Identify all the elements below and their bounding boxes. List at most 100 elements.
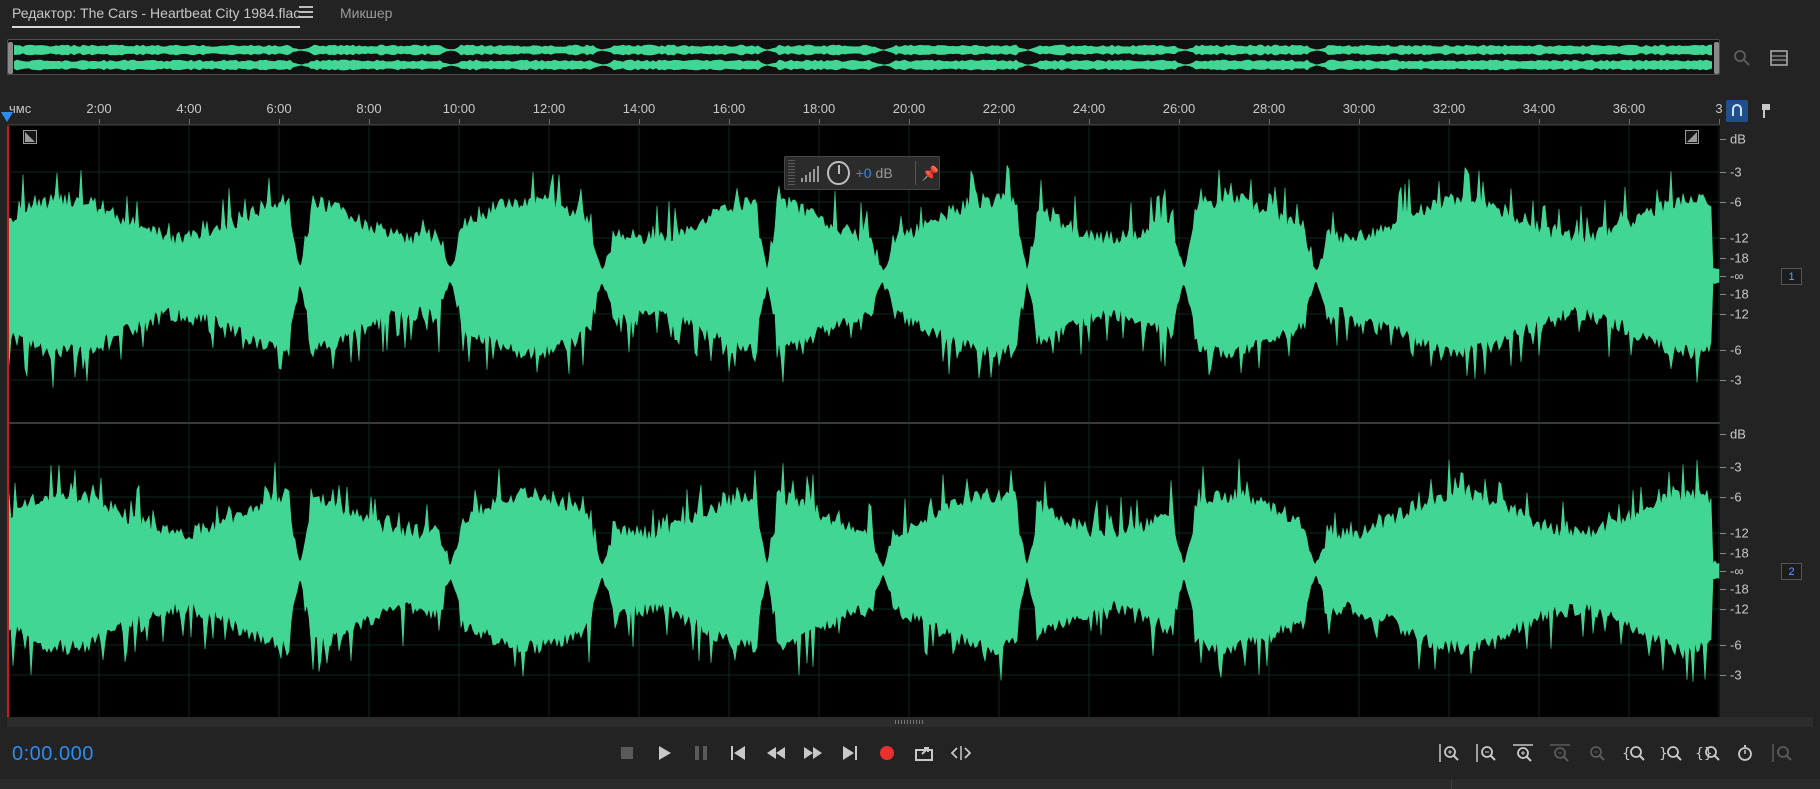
scrollbar-grip[interactable] [895,720,925,724]
waveform-display[interactable] [7,126,1720,717]
ruler-tick [189,119,190,124]
db-scale-tick [1720,314,1726,315]
ruler-tick-label: 10:00 [442,101,476,116]
svg-text:{: { [1622,746,1631,762]
db-scale-tick [1720,553,1726,554]
db-scale-label: -3 [1730,667,1742,683]
overview-channel-1 [14,44,1712,56]
db-scale-label: -6 [1730,637,1742,653]
zoom-out-amplitude-button[interactable] [1472,741,1500,765]
db-scale-tick [1720,609,1726,610]
db-scale-tick [1720,497,1726,498]
db-scale-tick [1720,258,1726,259]
transport-bar: 0:00.000 { } {} [0,727,1820,779]
ruler-tick-label: 16:00 [712,101,746,116]
db-scale-tick [1720,276,1726,277]
skip-selection-button[interactable] [949,741,973,765]
zoom-out-full-button[interactable] [1583,741,1611,765]
ruler-tick [369,119,370,124]
zoom-to-selection-in-button[interactable]: { [1620,741,1648,765]
fast-forward-button[interactable] [801,741,825,765]
db-scale-tick [1720,294,1726,295]
view-list-icon[interactable] [1767,46,1791,70]
channel-2-badge[interactable]: 2 [1781,563,1802,580]
db-scale-label: -12 [1730,230,1749,246]
ruler-tick [1719,119,1720,124]
db-scale-tick [1720,380,1726,381]
ruler-tick-label: 14:00 [622,101,656,116]
ruler-tick [1359,119,1360,124]
zoom-to-selection-both-button[interactable]: {} [1694,741,1722,765]
amplitude-scale[interactable]: dB -3 -6 -12 -18 -∞ -18 -12 -6 -3 dB -3 -6 -12 -18 -∞ -1… [1720,126,1772,717]
overview-waveform [14,44,1712,71]
tab-editor[interactable]: Редактор: The Cars - Heartbeat City 1984… [12,5,301,28]
ruler-tick [1539,119,1540,124]
stop-button[interactable] [615,741,639,765]
db-scale-label: -18 [1730,545,1749,561]
current-time-display[interactable]: 0:00.000 [12,743,94,766]
horizontal-scrollbar[interactable] [7,717,1813,727]
db-scale-tick [1720,202,1726,203]
overview-navigator[interactable] [7,39,1720,75]
pause-button[interactable] [689,741,713,765]
ruler-tick [1179,119,1180,124]
ruler-tick [279,119,280,124]
record-button[interactable] [875,741,899,765]
volume-knob[interactable] [827,161,850,185]
rewind-button[interactable] [764,741,788,765]
fade-in-handle-icon[interactable] [23,130,37,144]
channel-1-badge[interactable]: 1 [1781,268,1802,285]
zoom-reset-button[interactable] [1731,741,1759,765]
ruler-tick-label: 36:00 [1612,101,1646,116]
ruler-tick [729,119,730,124]
ruler-tick [549,119,550,124]
level-bars-icon [801,164,821,182]
zoom-to-selection-icon[interactable] [1730,46,1754,70]
svg-text:}: } [1659,746,1668,762]
db-scale-tick [1720,139,1726,140]
ruler-tick [639,119,640,124]
zoom-out-time-button[interactable] [1546,741,1574,765]
db-scale-label: -18 [1730,286,1749,302]
play-button[interactable] [652,741,676,765]
db-scale-label: -18 [1730,581,1749,597]
fade-out-handle-icon[interactable] [1685,130,1699,144]
zoom-out-disabled-button[interactable] [1768,741,1796,765]
snap-icon[interactable] [1726,100,1748,122]
tab-mixer[interactable]: Микшер [340,5,392,21]
hud-grip-icon[interactable] [788,160,796,186]
loop-button[interactable] [912,741,936,765]
time-ruler[interactable]: чмс 2:00 4:00 6:00 8:00 10:00 12:00 14:00 16:00… [7,98,1723,125]
go-to-start-button[interactable] [726,741,750,765]
waveform-channel-2 [7,458,1720,682]
playhead[interactable] [7,126,9,717]
db-scale-label: dB [1730,426,1746,442]
db-scale-label: dB [1730,131,1746,147]
overview-channel-2 [14,59,1712,71]
ruler-tick-label: 20:00 [892,101,926,116]
record-icon [880,746,894,760]
overview-right-handle[interactable] [1714,42,1719,74]
ruler-tick [1629,119,1630,124]
db-scale-label: -12 [1730,306,1749,322]
ruler-tick [1449,119,1450,124]
zoom-in-time-button[interactable] [1509,741,1537,765]
hud-volume-unit: dB [875,165,893,181]
hud-volume-value[interactable]: +0 [856,165,872,181]
svg-text:{}: {} [1695,746,1713,762]
panel-menu-icon[interactable] [299,6,313,20]
overview-left-handle[interactable] [8,42,13,74]
pin-icon[interactable]: 📌 [922,165,939,182]
db-scale-label: -∞ [1730,268,1744,284]
zoom-in-amplitude-button[interactable] [1435,741,1463,765]
waveform-channel-1 [7,165,1720,388]
marker-pin-icon[interactable] [1755,100,1777,122]
go-to-end-button[interactable] [838,741,862,765]
db-scale-tick [1720,434,1726,435]
playhead-marker-icon[interactable] [1,112,13,122]
zoom-to-selection-out-button[interactable]: } [1657,741,1685,765]
db-scale-label: -∞ [1730,563,1744,579]
db-scale-label: -12 [1730,525,1749,541]
ruler-tick-label: 24:00 [1072,101,1106,116]
ruler-tick-label: 32:00 [1432,101,1466,116]
